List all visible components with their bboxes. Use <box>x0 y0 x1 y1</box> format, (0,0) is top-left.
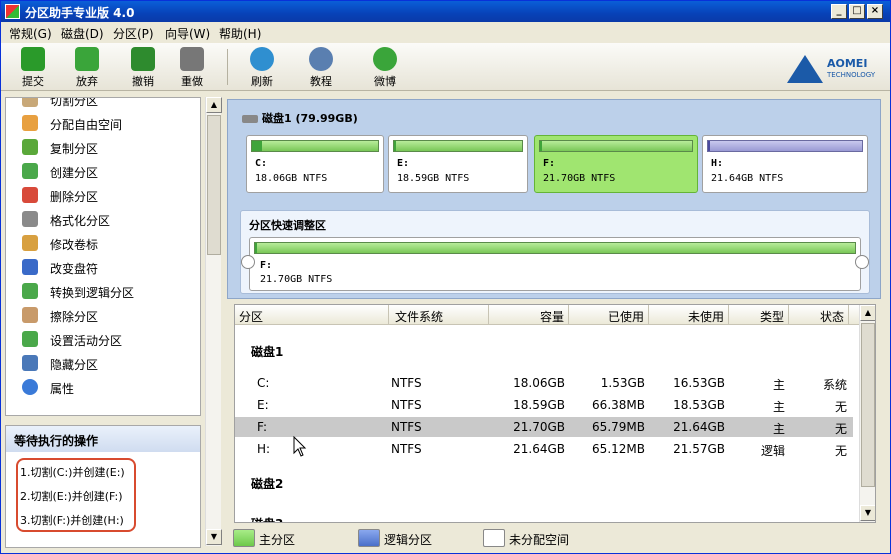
pending-item[interactable]: 3.切割(F:)并创建(H:) <box>20 512 124 528</box>
mouse-cursor-icon <box>293 436 307 457</box>
partition-usage-bar <box>539 140 693 152</box>
operations-panel: 切割分区 分配自由空间 复制分区 创建分区 删除分区 格式化分区 修改卷标 改变… <box>5 97 201 416</box>
allocate-icon <box>22 115 38 131</box>
weibo-icon <box>373 47 397 71</box>
undo-icon <box>131 47 155 71</box>
partition-f-block[interactable]: F: 21.70GB NTFS <box>534 135 698 193</box>
weibo-button[interactable]: 微博 <box>365 47 405 89</box>
resize-handle-right[interactable] <box>855 255 869 269</box>
split-icon <box>22 98 38 107</box>
create-icon <box>22 163 38 179</box>
scroll-up-icon[interactable]: ▲ <box>860 305 875 321</box>
partition-e-block[interactable]: E: 18.59GB NTFS <box>388 135 528 193</box>
check-icon <box>21 47 45 71</box>
maximize-button[interactable]: □ <box>849 4 865 19</box>
scroll-down-icon[interactable]: ▼ <box>860 505 875 521</box>
group-disk1: 磁盘1 <box>251 345 284 359</box>
partition-c-block[interactable]: C: 18.06GB NTFS <box>246 135 384 193</box>
hide-icon <box>22 355 38 371</box>
tutorial-button[interactable]: 教程 <box>301 47 341 89</box>
toolbar-separator <box>227 49 228 85</box>
resize-handle-left[interactable] <box>241 255 255 269</box>
users-icon <box>309 47 333 71</box>
wipe-icon <box>22 307 38 323</box>
menu-help[interactable]: 帮助(H) <box>219 25 261 42</box>
table-header: 分区 文件系统 容量 已使用 未使用 类型 状态 <box>235 305 859 325</box>
refresh-button[interactable]: 刷新 <box>242 47 282 89</box>
title-bar[interactable]: 分区助手专业版 4.0 _ □ × <box>1 1 890 22</box>
refresh-icon <box>250 47 274 71</box>
delete-icon <box>22 187 38 203</box>
redo-button[interactable]: 重做 <box>172 47 212 89</box>
table-row[interactable]: H: NTFS 21.64GB 65.12MB 21.57GB 逻辑 无 <box>235 439 853 459</box>
legend-swatch <box>233 529 255 547</box>
quick-resize-title: 分区快速调整区 <box>249 219 326 232</box>
scroll-thumb[interactable] <box>207 115 221 255</box>
aomei-logo: AOMEI TECHNOLOGY <box>787 51 879 85</box>
commit-button[interactable]: 提交 <box>13 47 53 89</box>
active-icon <box>22 331 38 347</box>
undo-button[interactable]: 撤销 <box>123 47 163 89</box>
partition-usage-bar <box>251 140 379 152</box>
table-scrollbar[interactable]: ▲ ▼ <box>859 305 875 522</box>
cross-icon <box>75 47 99 71</box>
disk-icon <box>242 115 258 123</box>
col-partition[interactable]: 分区 <box>235 305 389 325</box>
convert-icon <box>22 283 38 299</box>
scroll-down-icon[interactable]: ▼ <box>206 529 222 545</box>
table-row[interactable]: C: NTFS 18.06GB 1.53GB 16.53GB 主 系统 <box>235 373 853 393</box>
scroll-up-icon[interactable]: ▲ <box>206 97 222 113</box>
legend-swatch <box>358 529 380 547</box>
quick-resize-bar <box>254 242 856 254</box>
partition-usage-bar <box>393 140 523 152</box>
label-icon <box>22 235 38 251</box>
copy-icon <box>22 139 38 155</box>
partition-usage-bar <box>707 140 863 152</box>
pending-item[interactable]: 1.切割(C:)并创建(E:) <box>20 464 125 480</box>
menu-partition[interactable]: 分区(P) <box>113 25 154 42</box>
app-icon <box>5 4 20 19</box>
info-icon <box>22 379 38 395</box>
window-title: 分区助手专业版 4.0 <box>25 6 135 20</box>
disk-map-panel: 磁盘1 (79.99GB) C: 18.06GB NTFS E: 18.59GB… <box>227 99 881 299</box>
group-disk3: 磁盘3 <box>251 515 283 522</box>
toolbar: 提交 放弃 撤销 重做 刷新 教程 微博 <box>1 43 890 91</box>
discard-button[interactable]: 放弃 <box>67 47 107 89</box>
col-capacity[interactable]: 容量 <box>489 305 569 325</box>
menu-general[interactable]: 常规(G) <box>9 25 52 42</box>
left-scrollbar[interactable]: ▲ ▼ <box>205 97 222 546</box>
legend-swatch <box>483 529 505 547</box>
col-type[interactable]: 类型 <box>729 305 789 325</box>
quick-resize-area: 分区快速调整区 F: 21.70GB NTFS <box>240 210 870 294</box>
app-window: 分区助手专业版 4.0 _ □ × 常规(G) 磁盘(D) 分区(P) 向导(W… <box>0 0 891 554</box>
quick-resize-partition[interactable]: F: 21.70GB NTFS <box>249 237 861 291</box>
pending-title: 等待执行的操作 <box>6 426 200 452</box>
format-icon <box>22 211 38 227</box>
col-unused[interactable]: 未使用 <box>649 305 729 325</box>
table-row-selected[interactable]: F: NTFS 21.70GB 65.79MB 21.64GB 主 无 <box>235 417 853 437</box>
group-disk2: 磁盘2 <box>251 477 284 491</box>
pending-operations-panel: 等待执行的操作 1.切割(C:)并创建(E:) 2.切割(E:)并创建(F:) … <box>5 425 201 548</box>
close-button[interactable]: × <box>867 4 883 19</box>
minimize-button[interactable]: _ <box>831 4 847 19</box>
logo-triangle-icon <box>787 55 823 83</box>
col-used[interactable]: 已使用 <box>569 305 649 325</box>
disk1-partition-bar: C: 18.06GB NTFS E: 18.59GB NTFS F: 21.70… <box>240 135 868 193</box>
partition-h-block[interactable]: H: 21.64GB NTFS <box>702 135 868 193</box>
menu-bar: 常规(G) 磁盘(D) 分区(P) 向导(W) 帮助(H) <box>1 22 890 42</box>
menu-disk[interactable]: 磁盘(D) <box>61 25 104 42</box>
disk1-header[interactable]: 磁盘1 (79.99GB) <box>242 110 358 126</box>
redo-icon <box>180 47 204 71</box>
table-row[interactable]: E: NTFS 18.59GB 66.38MB 18.53GB 主 无 <box>235 395 853 415</box>
menu-wizard[interactable]: 向导(W) <box>165 25 210 42</box>
col-filesystem[interactable]: 文件系统 <box>389 305 489 325</box>
col-status[interactable]: 状态 <box>789 305 849 325</box>
drive-letter-icon <box>22 259 38 275</box>
pending-item[interactable]: 2.切割(E:)并创建(F:) <box>20 488 123 504</box>
scroll-thumb[interactable] <box>861 323 875 487</box>
partition-table: 分区 文件系统 容量 已使用 未使用 类型 状态 磁盘1 C: NTFS 18.… <box>234 304 876 523</box>
legend: 主分区 逻辑分区 未分配空间 <box>227 529 887 549</box>
